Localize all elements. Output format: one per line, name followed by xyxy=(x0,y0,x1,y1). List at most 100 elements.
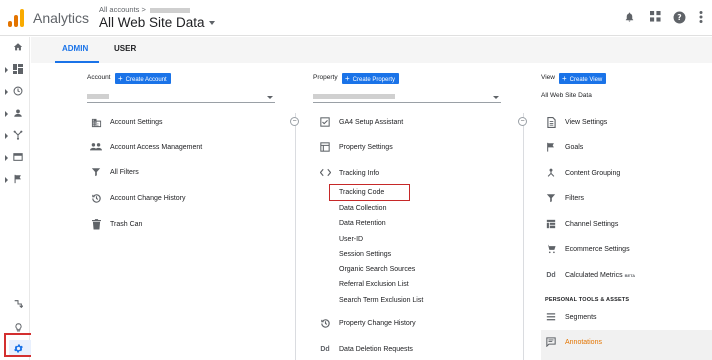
channel-icon xyxy=(545,219,557,231)
menu-data-deletion-requests[interactable]: Dd Data Deletion Requests xyxy=(319,343,499,357)
property-selector[interactable] xyxy=(313,91,501,103)
menu-goals[interactable]: Goals xyxy=(545,141,705,155)
menu-label: Content Grouping xyxy=(565,170,621,177)
create-view-button[interactable]: + Create View xyxy=(559,73,607,84)
window-icon xyxy=(319,142,331,154)
annotations-row[interactable]: Annotations xyxy=(545,336,705,350)
menu-ecommerce-settings[interactable]: Ecommerce Settings xyxy=(545,243,705,257)
grouping-icon xyxy=(545,168,557,180)
menu-label: Filters xyxy=(565,195,585,202)
plus-icon: + xyxy=(562,74,567,83)
menu-ga4-setup-assistant[interactable]: GA4 Setup Assistant xyxy=(319,116,499,130)
menu-label: Calculated Metrics BETA xyxy=(565,269,635,283)
calculated-metrics-label: Calculated Metrics xyxy=(565,272,623,279)
help-icon[interactable]: ? xyxy=(672,11,686,25)
sidebar-item-realtime[interactable] xyxy=(0,84,30,100)
create-property-button[interactable]: + Create Property xyxy=(342,73,400,84)
view-column: View + Create View All Web Site Data View… xyxy=(541,63,712,360)
segments-label: Segments xyxy=(565,314,597,321)
code-icon xyxy=(319,168,331,180)
collapse-account-icon[interactable]: − xyxy=(290,117,299,126)
submenu-referral-exclusion-list[interactable]: Referral Exclusion List xyxy=(339,281,409,288)
submenu-data-collection[interactable]: Data Collection xyxy=(339,205,386,212)
sidebar-item-attribution[interactable] xyxy=(0,297,30,313)
menu-label: Ecommerce Settings xyxy=(565,246,630,253)
menu-label: All Filters xyxy=(110,169,139,176)
audience-icon xyxy=(12,108,24,120)
menu-calculated-metrics[interactable]: Dd Calculated Metrics BETA xyxy=(545,269,705,283)
attribution-icon xyxy=(12,299,24,311)
acquisition-icon xyxy=(12,130,24,142)
menu-segments[interactable]: Segments xyxy=(545,311,705,325)
dd-icon: Dd xyxy=(546,272,556,279)
sidebar-item-customization[interactable] xyxy=(0,62,30,78)
collapse-property-icon[interactable]: − xyxy=(518,117,527,126)
sidebar-item-conversions[interactable] xyxy=(0,172,30,188)
tab-admin[interactable]: ADMIN xyxy=(62,44,88,53)
submenu-user-id[interactable]: User-ID xyxy=(339,236,363,243)
menu-filters[interactable]: Filters xyxy=(545,192,705,206)
flag-icon xyxy=(545,142,557,154)
menu-property-settings[interactable]: Property Settings xyxy=(319,141,499,155)
submenu-data-retention[interactable]: Data Retention xyxy=(339,220,386,227)
view-selector[interactable]: All Web Site Data xyxy=(541,92,592,99)
admin-panel: Account + Create Account Account Settings… xyxy=(31,63,712,360)
sidebar-item-home[interactable] xyxy=(0,40,30,56)
sidebar-item-audience[interactable] xyxy=(0,106,30,122)
tab-user[interactable]: USER xyxy=(114,44,136,53)
bell-icon[interactable] xyxy=(622,11,636,25)
expand-arrow-icon xyxy=(5,89,8,95)
cart-icon xyxy=(545,244,557,256)
expand-arrow-icon xyxy=(5,111,8,117)
create-view-label: Create View xyxy=(569,77,603,83)
building-icon xyxy=(90,117,102,129)
top-bar: Analytics All accounts > All Web Site Da… xyxy=(0,0,712,36)
menu-property-change-history[interactable]: Property Change History xyxy=(319,317,499,331)
plus-icon: + xyxy=(118,74,123,83)
menu-all-filters[interactable]: All Filters xyxy=(90,166,270,180)
menu-channel-settings[interactable]: Channel Settings xyxy=(545,218,705,232)
submenu-search-term-exclusion-list[interactable]: Search Term Exclusion List xyxy=(339,297,423,304)
menu-content-grouping[interactable]: Content Grouping xyxy=(545,167,705,181)
view-picker-label: All Web Site Data xyxy=(99,15,205,30)
create-account-button[interactable]: + Create Account xyxy=(115,73,171,84)
submenu-session-settings[interactable]: Session Settings xyxy=(339,251,391,258)
analytics-logo[interactable] xyxy=(8,9,24,27)
segments-icon xyxy=(545,312,557,324)
menu-label: Trash Can xyxy=(110,221,143,228)
account-name-blurred xyxy=(150,7,190,13)
conversions-icon xyxy=(12,174,24,186)
menu-trash-can[interactable]: Trash Can xyxy=(90,218,270,232)
menu-label: GA4 Setup Assistant xyxy=(339,119,404,126)
more-vert-icon[interactable] xyxy=(694,11,708,25)
property-column: Property + Create Property GA4 Setup Assi… xyxy=(313,63,503,360)
account-breadcrumb[interactable]: All accounts > xyxy=(99,5,190,14)
menu-label: Goals xyxy=(565,144,584,151)
menu-view-settings[interactable]: View Settings xyxy=(545,116,705,130)
beta-badge: BETA xyxy=(624,273,636,278)
personal-tools-heading: PERSONAL TOOLS & ASSETS xyxy=(545,297,630,303)
menu-label: Channel Settings xyxy=(565,221,619,228)
menu-label: Property Settings xyxy=(339,144,393,151)
account-selector[interactable] xyxy=(87,91,275,103)
customization-icon xyxy=(12,64,24,76)
expand-arrow-icon xyxy=(5,67,8,73)
people-icon xyxy=(90,142,102,154)
menu-tracking-info[interactable]: Tracking Info xyxy=(319,167,499,181)
submenu-organic-search-sources[interactable]: Organic Search Sources xyxy=(339,266,415,273)
filter-icon xyxy=(545,193,557,205)
menu-account-access-management[interactable]: Account Access Management xyxy=(90,141,270,155)
menu-account-settings[interactable]: Account Settings xyxy=(90,116,270,130)
annotation-icon xyxy=(545,337,557,349)
sidebar-item-acquisition[interactable] xyxy=(0,128,30,144)
view-picker[interactable]: All Web Site Data xyxy=(99,15,215,30)
history-icon xyxy=(319,318,331,330)
property-heading: Property xyxy=(313,74,338,81)
menu-account-change-history[interactable]: Account Change History xyxy=(90,192,270,206)
apps-icon[interactable] xyxy=(648,11,662,25)
realtime-icon xyxy=(12,86,24,98)
annotations-label: Annotations xyxy=(565,339,602,346)
sidebar-item-behavior[interactable] xyxy=(0,150,30,166)
left-sidebar xyxy=(0,37,30,360)
trash-icon xyxy=(90,219,102,231)
